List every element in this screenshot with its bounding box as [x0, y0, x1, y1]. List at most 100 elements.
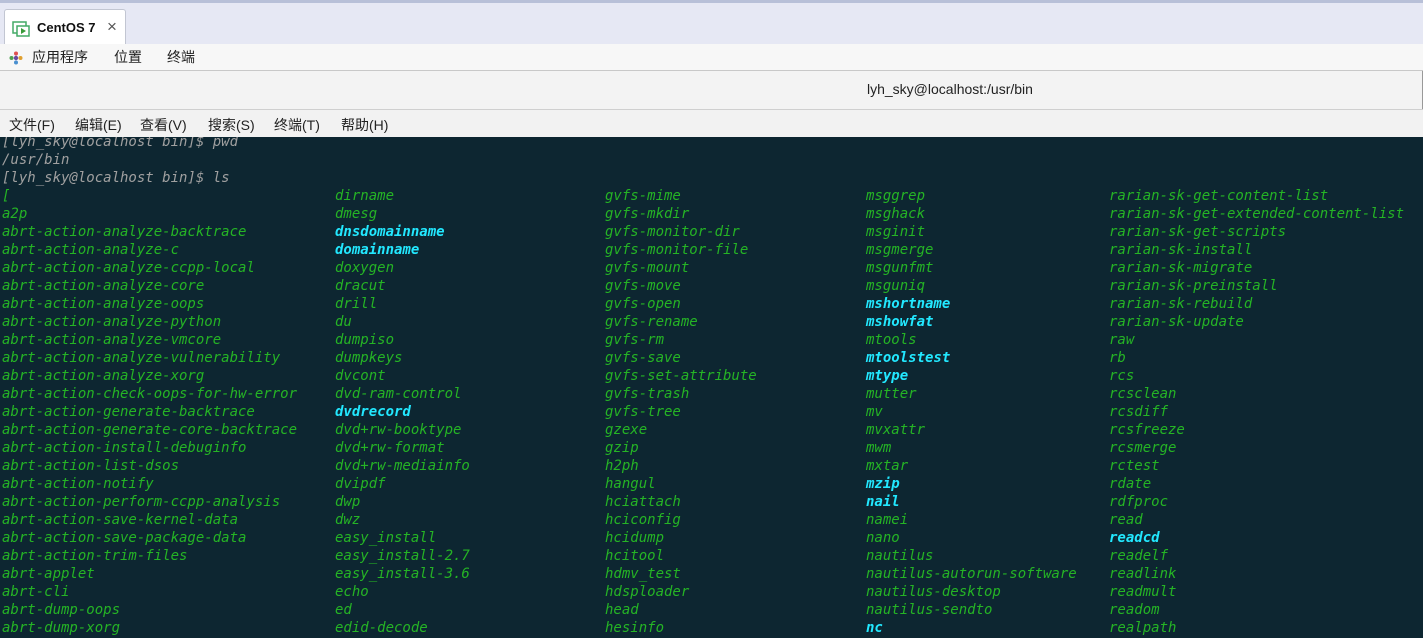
file-entry: gvfs-save	[605, 350, 681, 366]
file-entry: head	[605, 602, 639, 618]
file-entry: a2p	[2, 206, 28, 222]
file-entry: dwp	[335, 494, 361, 510]
file-entry: hcidump	[605, 530, 665, 546]
file-entry: readom	[1109, 602, 1160, 618]
file-entry: ed	[335, 602, 352, 618]
file-entry: mv	[866, 404, 883, 420]
file-entry: raw	[1109, 332, 1135, 348]
menu-applications[interactable]: 应用程序	[32, 47, 88, 67]
file-entry: rarian-sk-migrate	[1109, 260, 1253, 276]
file-entry: abrt-action-analyze-vmcore	[2, 332, 222, 348]
file-entry: gvfs-tree	[605, 404, 681, 420]
file-entry: gvfs-move	[605, 278, 681, 294]
file-entry: readcd	[1109, 530, 1160, 546]
file-entry: dvipdf	[335, 476, 386, 492]
file-entry: dvd+rw-format	[335, 440, 445, 456]
file-entry: gvfs-mime	[605, 188, 681, 204]
ls-column-4: msggrep msghack msginit msgmerge msgunfmt msg…	[866, 187, 1077, 637]
file-entry: dracut	[335, 278, 386, 294]
window-titlebar[interactable]: lyh_sky@localhost:/usr/bin	[0, 71, 1423, 109]
file-entry: abrt-action-analyze-core	[2, 278, 205, 294]
terminal-output[interactable]: [lyh_sky@localhost bin]$ pwd /usr/bin [l…	[0, 137, 1423, 638]
window-title: lyh_sky@localhost:/usr/bin	[867, 81, 1033, 97]
file-entry: readmult	[1109, 584, 1177, 600]
file-entry: rdate	[1109, 476, 1152, 492]
menu-help[interactable]: 帮助(H)	[341, 115, 388, 135]
file-entry: nautilus-sendto	[866, 602, 993, 618]
file-entry: hangul	[605, 476, 656, 492]
menu-terminal[interactable]: 终端	[167, 47, 195, 67]
tab-title: CentOS 7	[37, 20, 96, 35]
file-entry: gvfs-rename	[605, 314, 698, 330]
file-entry: easy_install-3.6	[335, 566, 470, 582]
menu-search[interactable]: 搜索(S)	[208, 115, 255, 135]
file-entry: dvdrecord	[335, 404, 411, 420]
file-entry: [	[2, 188, 11, 204]
menu-file[interactable]: 文件(F)	[9, 115, 55, 135]
file-entry: easy_install-2.7	[335, 548, 470, 564]
file-entry: mzip	[866, 476, 900, 492]
close-icon[interactable]: ×	[107, 17, 117, 37]
file-entry: rarian-sk-install	[1109, 242, 1253, 258]
file-entry: gvfs-set-attribute	[605, 368, 757, 384]
file-entry: drill	[335, 296, 378, 312]
file-entry: nano	[866, 530, 900, 546]
file-entry: dvcont	[335, 368, 386, 384]
file-entry: rcsclean	[1109, 386, 1177, 402]
file-entry: rarian-sk-get-content-list	[1109, 188, 1329, 204]
file-entry: doxygen	[335, 260, 395, 276]
file-entry: nail	[866, 494, 900, 510]
file-entry: read	[1109, 512, 1143, 528]
file-entry: rcsdiff	[1109, 404, 1169, 420]
file-entry: gvfs-mount	[605, 260, 690, 276]
menu-terminal-t[interactable]: 终端(T)	[274, 115, 320, 135]
file-entry: mxtar	[866, 458, 909, 474]
file-entry: msghack	[866, 206, 926, 222]
file-entry: abrt-applet	[2, 566, 95, 582]
vm-tab-centos[interactable]: CentOS 7 ×	[4, 9, 126, 47]
file-entry: rdfproc	[1109, 494, 1169, 510]
file-entry: abrt-action-check-oops-for-hw-error	[2, 386, 298, 402]
gnome-top-menu: 应用程序 位置 终端	[0, 44, 1423, 71]
file-entry: easy_install	[335, 530, 437, 546]
menu-places[interactable]: 位置	[114, 47, 142, 67]
file-entry: gzip	[605, 440, 639, 456]
file-entry: nc	[866, 620, 883, 636]
file-entry: abrt-cli	[2, 584, 70, 600]
file-entry: abrt-action-analyze-oops	[2, 296, 205, 312]
file-entry: gzexe	[605, 422, 648, 438]
file-entry: mshowfat	[866, 314, 934, 330]
file-entry: msggrep	[866, 188, 926, 204]
file-entry: dvd+rw-mediainfo	[335, 458, 470, 474]
file-entry: abrt-action-install-debuginfo	[2, 440, 247, 456]
prompt-line-ls: [lyh_sky@localhost bin]$ ls	[2, 170, 230, 186]
file-entry: mwm	[866, 440, 892, 456]
file-entry: dvd+rw-booktype	[335, 422, 462, 438]
file-entry: dirname	[335, 188, 395, 204]
vm-icon	[12, 21, 30, 37]
menu-view[interactable]: 查看(V)	[140, 115, 187, 135]
file-entry: dvd-ram-control	[335, 386, 462, 402]
file-entry: dwz	[335, 512, 361, 528]
file-entry: readelf	[1109, 548, 1169, 564]
file-entry: mshortname	[866, 296, 951, 312]
file-entry: abrt-action-generate-core-backtrace	[2, 422, 298, 438]
file-entry: edid-decode	[335, 620, 428, 636]
terminal-menubar: 文件(F) 编辑(E) 查看(V) 搜索(S) 终端(T) 帮助(H)	[0, 109, 1423, 137]
file-entry: mvxattr	[866, 422, 926, 438]
file-entry: hcitool	[605, 548, 665, 564]
output-line-pwd: /usr/bin	[2, 152, 70, 168]
file-entry: abrt-action-analyze-backtrace	[2, 224, 247, 240]
file-entry: rarian-sk-update	[1109, 314, 1244, 330]
file-entry: rarian-sk-preinstall	[1109, 278, 1278, 294]
file-entry: gvfs-monitor-dir	[605, 224, 740, 240]
file-entry: msgunfmt	[866, 260, 934, 276]
menu-edit[interactable]: 编辑(E)	[75, 115, 122, 135]
file-entry: rarian-sk-get-extended-content-list	[1109, 206, 1405, 222]
file-entry: msginit	[866, 224, 926, 240]
file-entry: abrt-action-analyze-vulnerability	[2, 350, 281, 366]
file-entry: hciattach	[605, 494, 681, 510]
file-entry: rb	[1109, 350, 1126, 366]
file-entry: gvfs-trash	[605, 386, 690, 402]
file-entry: nautilus	[866, 548, 934, 564]
